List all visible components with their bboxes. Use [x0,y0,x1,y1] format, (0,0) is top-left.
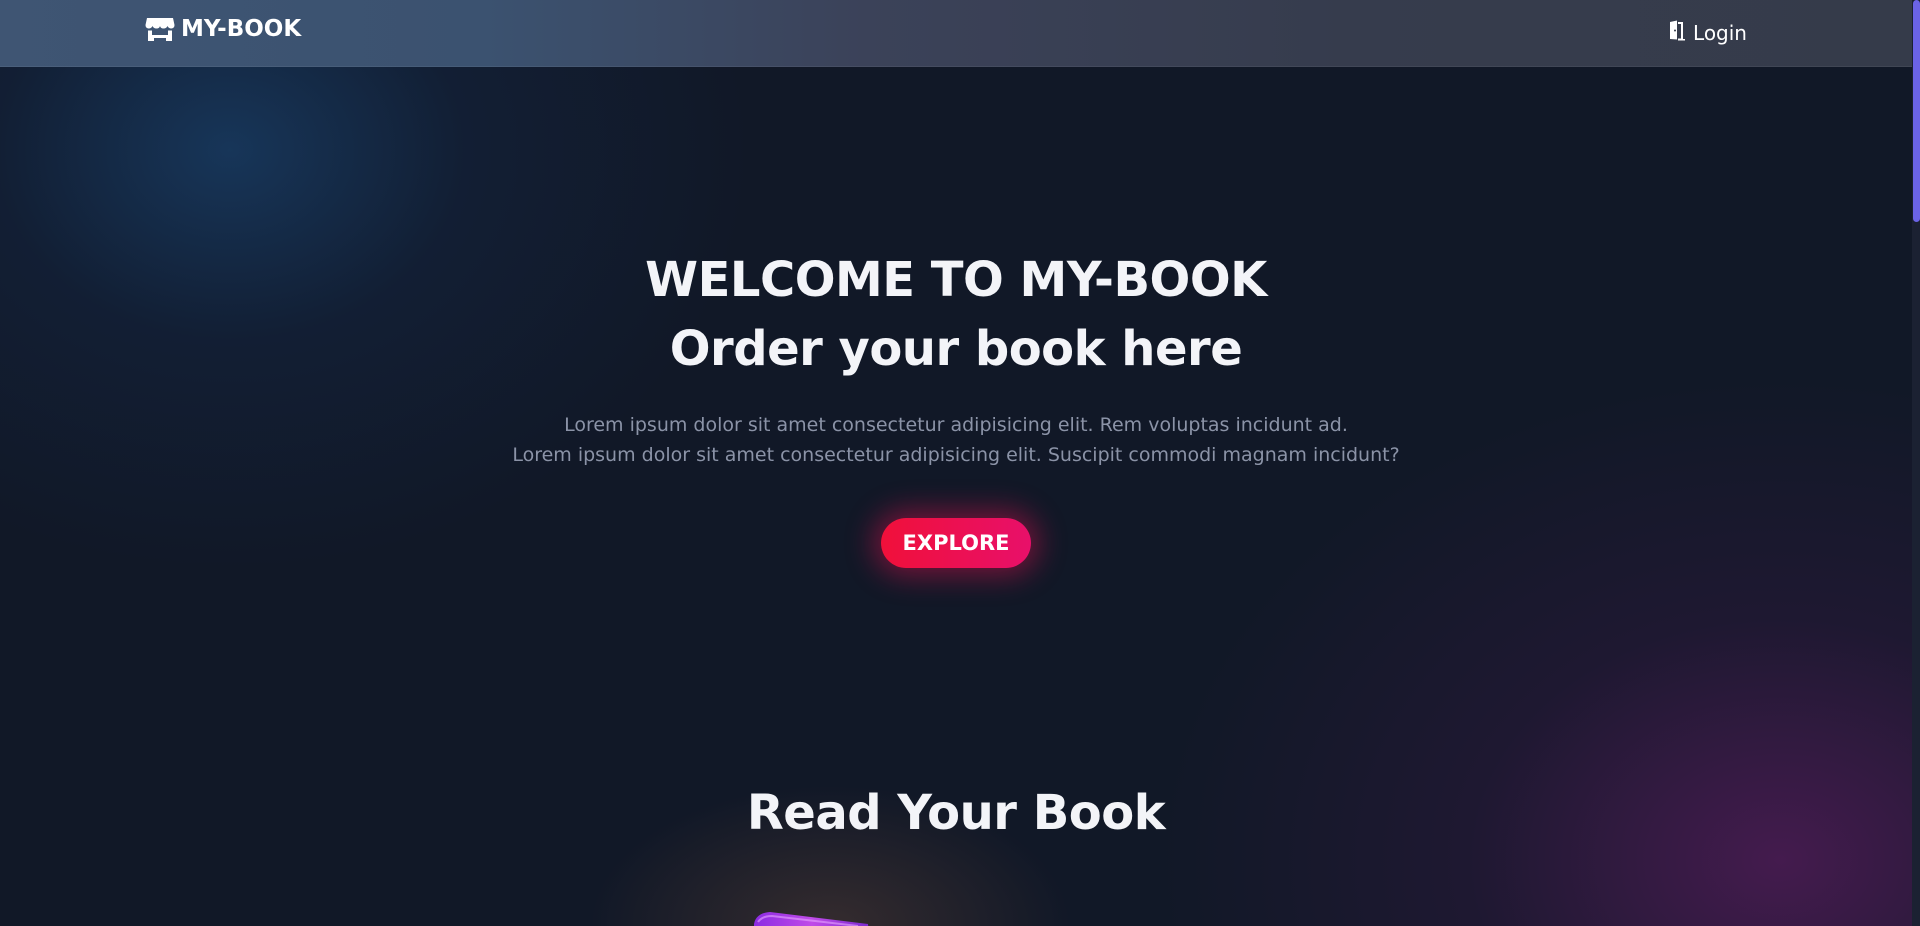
brand-logo-link[interactable]: MY-BOOK [145,16,301,42]
page: MY-BOOK Login WELCOME TO MY-BOOK Order y… [0,0,1920,926]
login-link[interactable]: Login [1665,19,1747,46]
book-illustration [748,906,898,926]
navbar: MY-BOOK Login [0,0,1920,67]
hero-description: Lorem ipsum dolor sit amet consectetur a… [0,410,1912,470]
door-open-icon [1665,19,1687,46]
scrollbar-track[interactable] [1912,0,1920,926]
hero-description-line: Lorem ipsum dolor sit amet consectetur a… [564,414,1348,436]
hero-title: WELCOME TO MY-BOOK [645,252,1267,308]
explore-wrap: EXPLORE [0,518,1912,568]
hero-description-line: Lorem ipsum dolor sit amet consectetur a… [512,444,1400,466]
hero-section: WELCOME TO MY-BOOK Order your book here … [0,246,1912,568]
scrollbar-thumb[interactable] [1913,0,1920,222]
login-label: Login [1693,20,1747,45]
store-icon [145,16,175,42]
hero-subtitle: Order your book here [669,321,1243,377]
explore-button[interactable]: EXPLORE [880,518,1032,568]
brand-label: MY-BOOK [181,16,302,42]
read-your-book-heading: Read Your Book [746,785,1166,841]
